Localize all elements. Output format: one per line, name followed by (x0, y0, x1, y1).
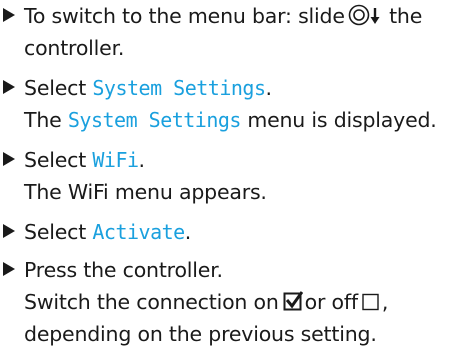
step-text: the (389, 4, 423, 28)
step-text: The (24, 108, 62, 132)
step-text: Press the controller. (24, 258, 223, 282)
step-text: controller. (24, 36, 125, 60)
step-text: . (184, 220, 192, 244)
menu-term-wifi: WiFi (92, 148, 139, 172)
step-text: Select (24, 220, 87, 244)
step-text: menu is displayed. (247, 108, 437, 132)
instruction-page: To switch to the menu bar: slide the con… (0, 0, 465, 346)
bullet-arrow-icon (3, 152, 15, 166)
bullet-arrow-icon (3, 224, 15, 238)
step-text: , (381, 290, 389, 314)
step-text: Select (24, 76, 87, 100)
bullet-arrow-icon (3, 262, 15, 276)
empty-box-icon (362, 288, 380, 320)
step-text: The WiFi menu appears. (24, 180, 267, 204)
checked-box-icon (283, 288, 303, 320)
menu-term-system-settings: System Settings (67, 108, 242, 132)
step-text: Select (24, 148, 87, 172)
step-text: Switch the connection on (24, 290, 279, 314)
step-text: . (265, 76, 273, 100)
menu-term-activate: Activate (92, 220, 185, 244)
step-text: or off (304, 290, 358, 314)
bullet-arrow-icon (3, 80, 15, 94)
controller-slide-down-icon (348, 3, 382, 35)
step-text: . (138, 148, 146, 172)
menu-term-system-settings: System Settings (92, 76, 266, 100)
step-text: To switch to the menu bar: slide (24, 4, 345, 28)
bullet-arrow-icon (3, 8, 15, 22)
step-text: depending on the previous setting. (24, 322, 377, 346)
